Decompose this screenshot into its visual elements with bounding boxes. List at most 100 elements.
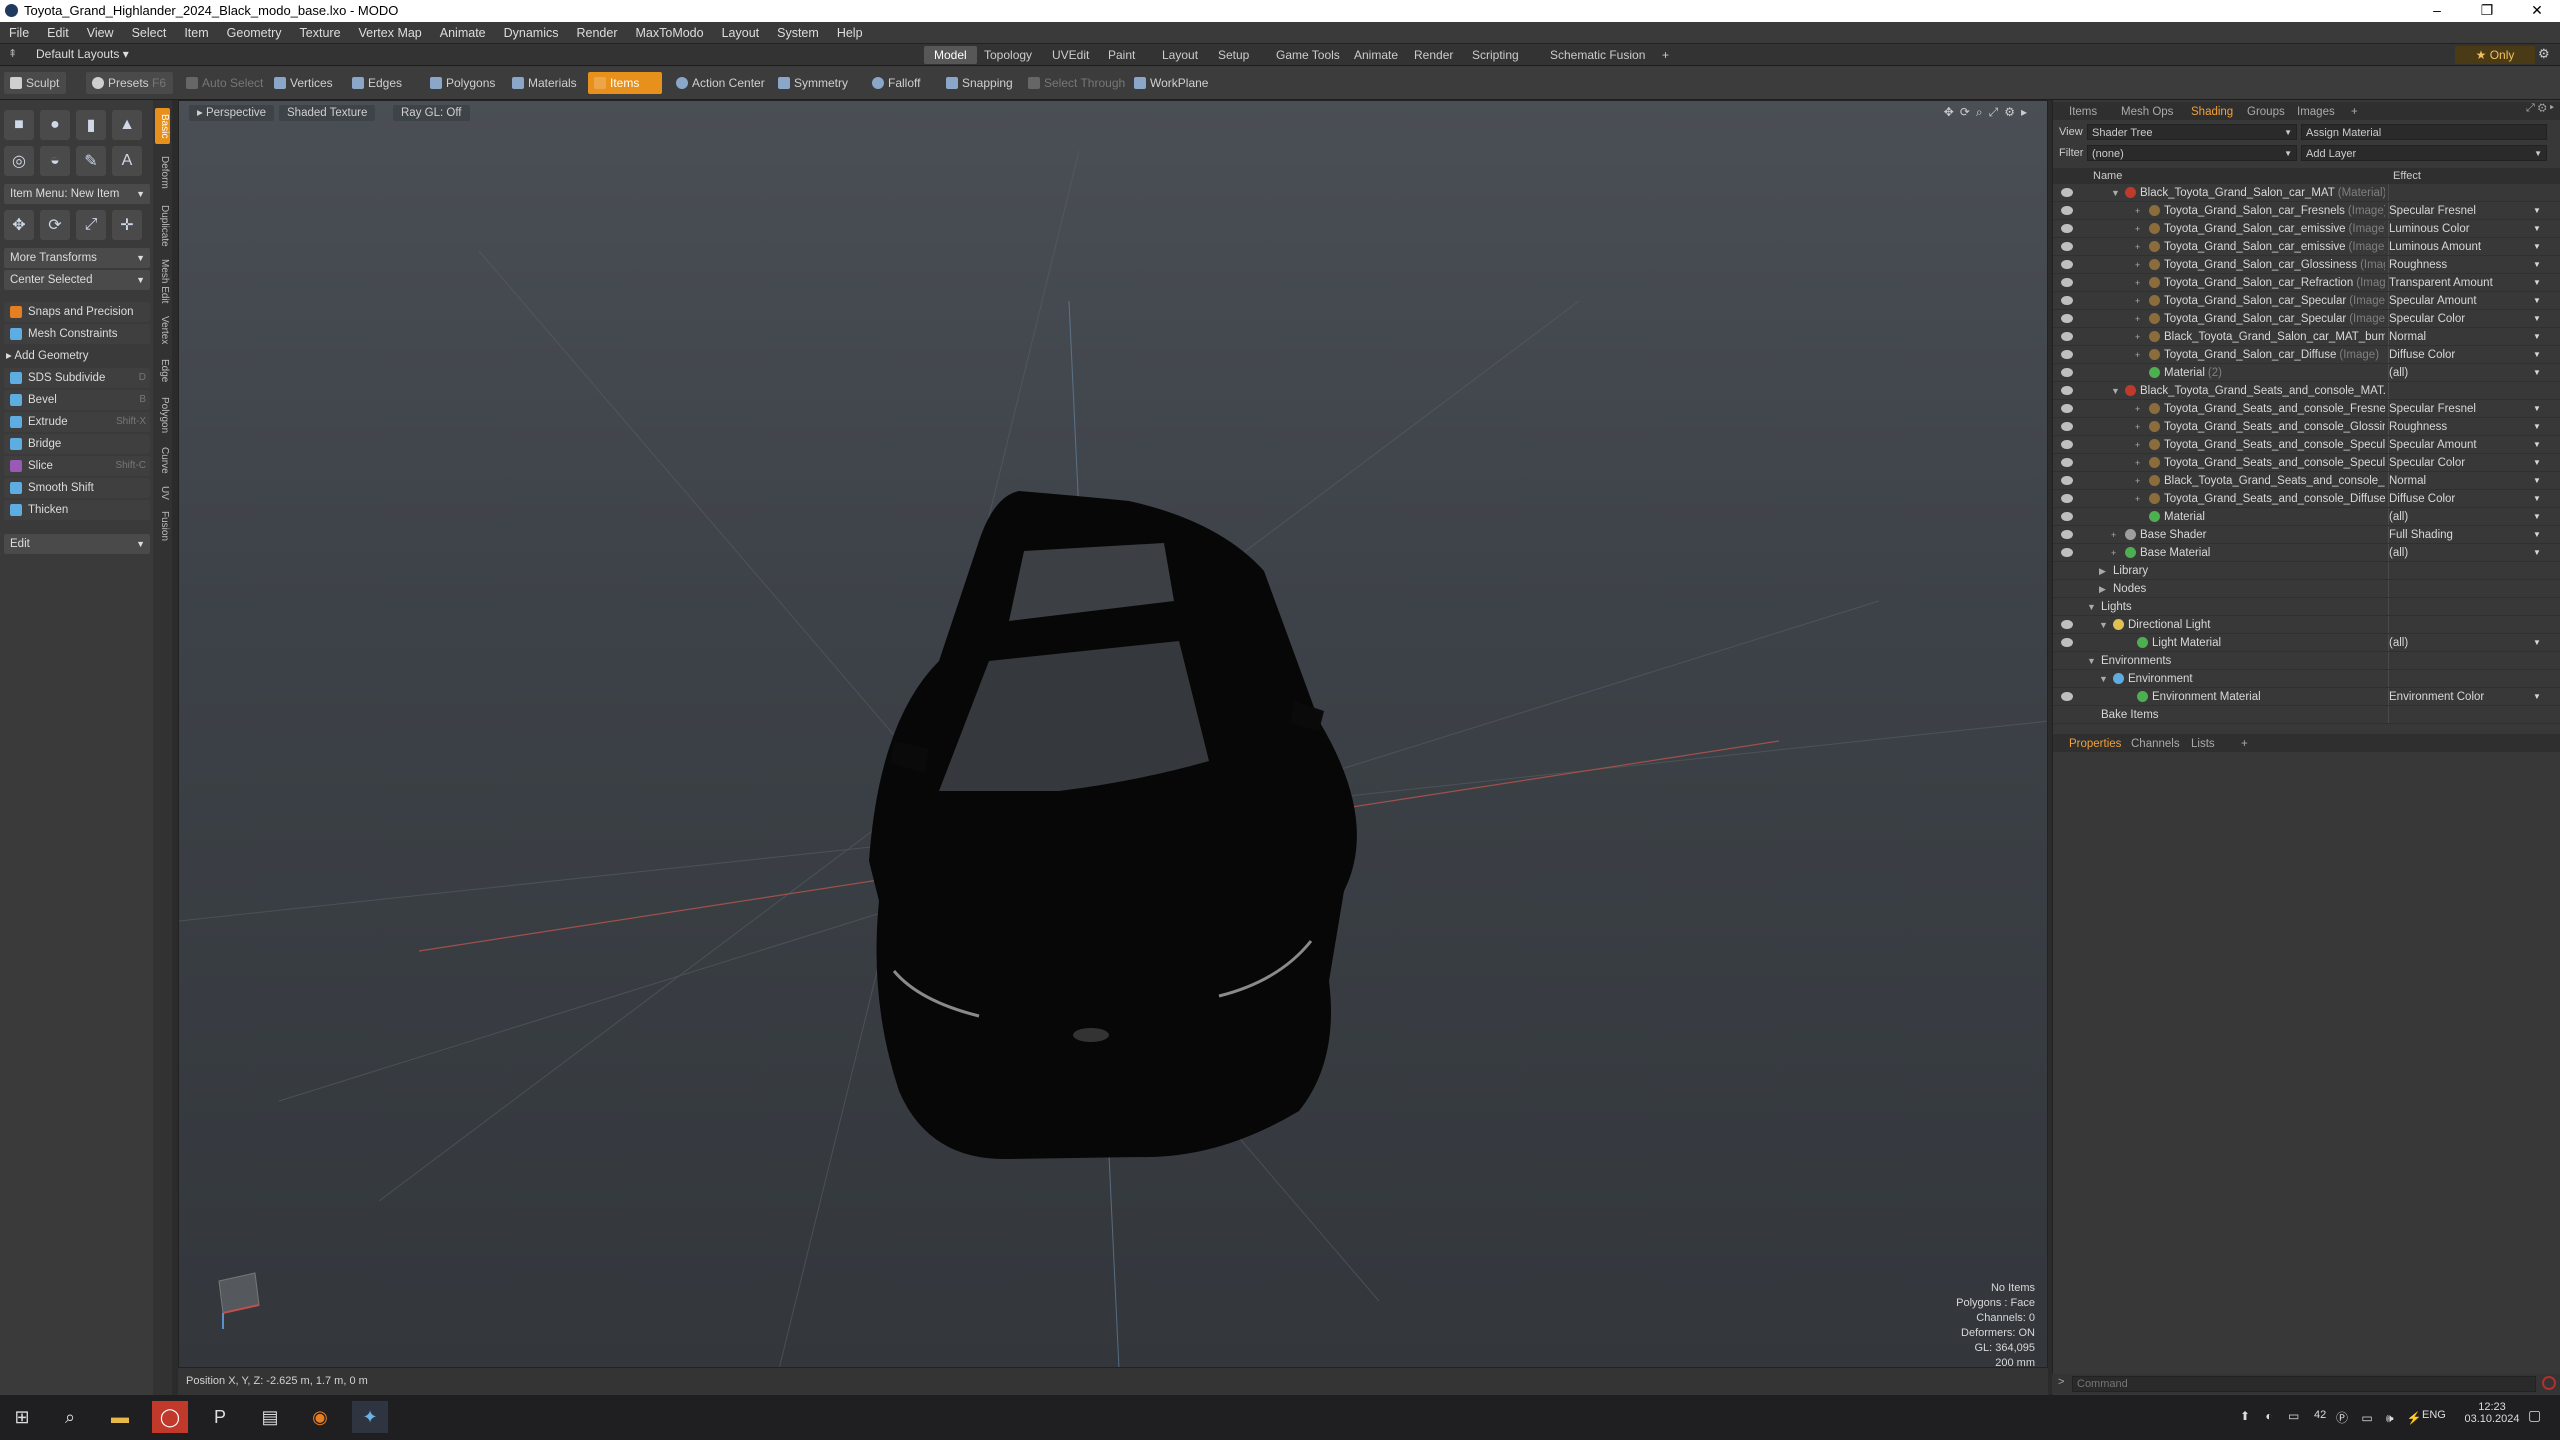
visibility-eye-icon[interactable] [2061,512,2073,521]
notifications-icon[interactable]: ▢ [2528,1407,2541,1424]
bevel-tool[interactable]: Bevel B [4,390,150,410]
layer-effect[interactable]: Normal [2389,328,2539,346]
rotate-icon[interactable]: ⟳ [40,210,70,240]
vtab-polygon[interactable]: Polygon [155,392,170,438]
symmetry-button[interactable]: Symmetry [772,72,855,94]
effect-dropdown-arrow[interactable]: ▼ [2533,454,2541,472]
select-through-button[interactable]: Select Through [1022,72,1132,94]
layer-effect[interactable]: Specular Color [2389,310,2539,328]
effect-dropdown-arrow[interactable]: ▼ [2533,346,2541,364]
effect-dropdown-arrow[interactable]: ▼ [2533,328,2541,346]
shader-tree-row[interactable]: Material (all) ▼ [2053,508,2560,526]
tab-paint[interactable]: Paint [1098,46,1145,64]
vtab-duplicate[interactable]: Duplicate [155,200,170,252]
effect-dropdown-arrow[interactable]: ▼ [2533,526,2541,544]
text-icon[interactable]: A [112,146,142,176]
vtab-vertex[interactable]: Vertex [155,310,170,350]
layer-effect[interactable]: (all) [2389,364,2539,382]
visibility-eye-icon[interactable] [2061,404,2073,413]
sculpt-button[interactable]: Sculpt [4,72,67,94]
layer-effect[interactable]: Normal [2389,472,2539,490]
view-dropdown[interactable]: Shader Tree ▼ [2087,124,2297,140]
add-geometry-header[interactable]: ▸ Add Geometry [6,348,89,362]
record-icon[interactable] [2542,1376,2556,1390]
tab-channels[interactable]: Channels [2123,736,2188,752]
archive-icon[interactable]: ▤ [252,1401,288,1433]
visibility-eye-icon[interactable] [2061,260,2073,269]
system-tray-icons[interactable]: ⬆ ◐ ▭ [2240,1409,2305,1423]
vtab-edge[interactable]: Edge [155,354,170,388]
menu-animate[interactable]: Animate [431,22,495,44]
visibility-eye-icon[interactable] [2061,692,2073,701]
smooth-shift-tool[interactable]: Smooth Shift [4,478,150,498]
shader-tree-row[interactable]: + Toyota_Grand_Salon_car_Specular (Image) S… [2053,310,2560,328]
tab-render[interactable]: Render [1404,46,1463,64]
tab-game-tools[interactable]: Game Tools [1266,46,1350,64]
more-transforms-dropdown[interactable]: More Transforms ▼ [4,248,150,268]
pen-tablet-icon[interactable]: P [202,1401,238,1433]
tray-status-icons[interactable]: Ⓟ ▭ 🕪 ⚡ [2336,1409,2427,1426]
tab-shading[interactable]: Shading [2183,104,2241,120]
panel-options-icon[interactable]: ⤢ ⚙ ▸ [2526,102,2554,115]
menu-system[interactable]: System [768,22,828,44]
close-button[interactable]: ✕ [2514,0,2560,22]
layer-effect[interactable]: Specular Fresnel [2389,202,2539,220]
tab-items[interactable]: Items [2061,104,2105,120]
expand-toggle-icon[interactable]: ▼ [2111,184,2120,202]
clock[interactable]: 12:23 03.10.2024 [2464,1401,2520,1425]
shader-tree-row[interactable]: ▼ Black_Toyota_Grand_Seats_and_console_MA… [2053,382,2560,400]
visibility-eye-icon[interactable] [2061,620,2073,629]
vertices-button[interactable]: Vertices [268,72,340,94]
effect-dropdown-arrow[interactable]: ▼ [2533,220,2541,238]
vtab-mesh-edit[interactable]: Mesh Edit [155,256,170,306]
tab-add[interactable]: + [2343,104,2366,120]
vtab-fusion[interactable]: Fusion [155,508,170,544]
expand-toggle-icon[interactable]: + [2111,526,2116,544]
visibility-eye-icon[interactable] [2061,296,2073,305]
polygons-button[interactable]: Polygons [424,72,502,94]
default-layouts-dropdown[interactable]: Default Layouts ▾ [36,47,129,61]
capsule-icon[interactable]: ◒ [40,146,70,176]
scale-icon[interactable]: ⤢ [76,210,106,240]
opera-icon[interactable]: ◯ [152,1401,188,1433]
visibility-eye-icon[interactable] [2061,476,2073,485]
file-explorer-icon[interactable]: ▬ [102,1401,138,1433]
shader-tree-row[interactable]: + Toyota_Grand_Salon_car_Fresnels (Image) S… [2053,202,2560,220]
expand-toggle-icon[interactable]: + [2135,454,2140,472]
expand-toggle-icon[interactable]: + [2135,274,2140,292]
visibility-eye-icon[interactable] [2061,368,2073,377]
shader-tree-row[interactable]: + Toyota_Grand_Seats_and_console_Diffuse D… [2053,490,2560,508]
expand-toggle-icon[interactable]: ▼ [2111,382,2120,400]
menu-file[interactable]: File [0,22,38,44]
layer-effect[interactable]: Specular Color [2389,454,2539,472]
visibility-eye-icon[interactable] [2061,458,2073,467]
effect-dropdown-arrow[interactable]: ▼ [2533,490,2541,508]
tab-layout[interactable]: Layout [1152,46,1208,64]
layer-effect[interactable]: Roughness [2389,256,2539,274]
edit-dropdown[interactable]: Edit ▼ [4,534,150,554]
language-indicator[interactable]: ENG [2422,1409,2446,1421]
add-layout-tab[interactable]: + [1652,46,1679,64]
sphere-icon[interactable]: ● [40,110,70,140]
expand-toggle-icon[interactable]: + [2135,256,2140,274]
tab-groups[interactable]: Groups [2239,104,2293,120]
effect-dropdown-arrow[interactable]: ▼ [2533,238,2541,256]
menu-layout[interactable]: Layout [713,22,769,44]
gear-icon[interactable]: ⚙ [2538,46,2550,62]
menu-render[interactable]: Render [568,22,627,44]
visibility-eye-icon[interactable] [2061,314,2073,323]
expand-toggle-icon[interactable]: + [2135,292,2140,310]
expand-toggle-icon[interactable]: + [2111,544,2116,562]
effect-dropdown-arrow[interactable]: ▼ [2533,310,2541,328]
vtab-uv[interactable]: UV [155,482,170,504]
visibility-eye-icon[interactable] [2061,548,2073,557]
expand-toggle-icon[interactable]: ▼ [2087,598,2096,616]
add-layer-dropdown[interactable]: Add Layer ▼ [2301,145,2547,161]
visibility-eye-icon[interactable] [2061,242,2073,251]
layer-effect[interactable]: Specular Amount [2389,292,2539,310]
expand-toggle-icon[interactable]: ▶ [2099,580,2106,598]
effect-dropdown-arrow[interactable]: ▼ [2533,400,2541,418]
tab-schematic-fusion[interactable]: Schematic Fusion [1540,46,1655,64]
vtab-curve[interactable]: Curve [155,442,170,478]
effect-dropdown-arrow[interactable]: ▼ [2533,292,2541,310]
